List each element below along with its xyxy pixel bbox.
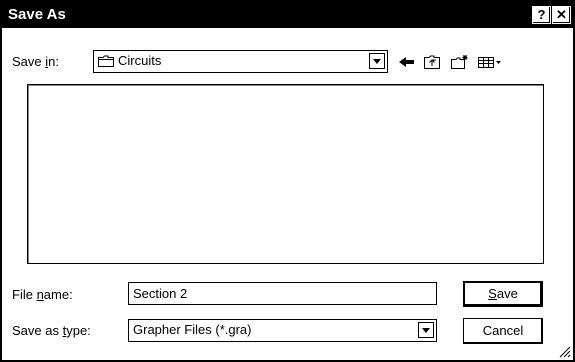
back-arrow-icon[interactable] [397,54,417,70]
up-one-level-icon[interactable] [422,54,442,70]
save-as-type-dropdown[interactable]: Grapher Files (*.gra) [128,319,437,342]
help-button[interactable]: ? [532,6,551,24]
save-as-type-label: Save as type: [12,323,91,338]
folder-icon [98,55,114,67]
chevron-down-icon[interactable] [418,322,434,338]
close-button[interactable]: ✕ [552,6,571,24]
cancel-button[interactable]: Cancel [463,318,543,344]
save-button[interactable]: Save [463,281,543,307]
chevron-down-icon[interactable] [369,53,385,69]
file-list[interactable] [27,84,544,264]
file-name-input[interactable]: Section 2 [128,282,437,305]
dialog-title: Save As [8,6,66,23]
save-as-dialog: Save As ? ✕ Save in: Circuits File name:… [0,0,575,362]
resize-grip-icon[interactable] [558,345,571,358]
save-in-dropdown[interactable]: Circuits [93,50,388,73]
save-as-type-value: Grapher Files (*.gra) [133,322,252,337]
save-in-label: Save in: [12,54,59,69]
new-folder-icon[interactable] [450,54,470,70]
file-name-value: Section 2 [133,286,188,301]
close-icon: ✕ [556,7,567,22]
file-name-label: File name: [12,287,73,302]
help-icon: ? [537,7,546,22]
save-in-value: Circuits [118,53,162,68]
view-menu-icon[interactable] [477,54,503,70]
title-bar[interactable]: Save As ? ✕ [2,2,573,28]
